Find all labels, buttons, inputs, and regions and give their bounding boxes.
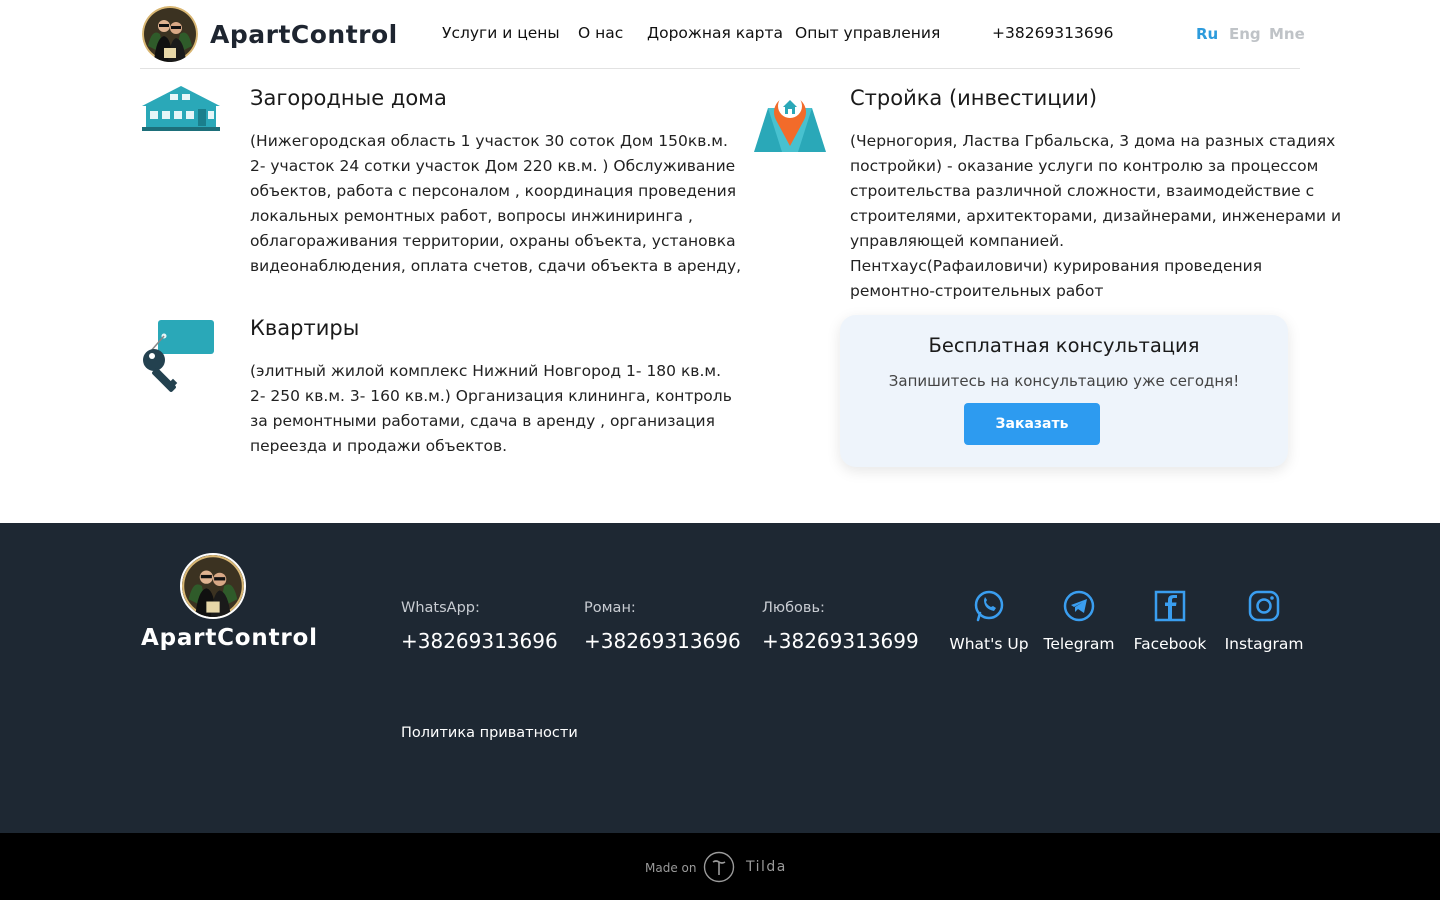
made-on-tilda-bar[interactable]: Made on Tilda	[0, 833, 1440, 900]
contact-number-whatsapp[interactable]: +38269313696	[401, 629, 558, 653]
contact-label-lyubov: Любовь:	[762, 600, 825, 616]
lang-eng[interactable]: Eng	[1229, 25, 1261, 43]
contact-number-lyubov[interactable]: +38269313699	[762, 629, 919, 653]
social-facebook-label: Facebook	[1133, 635, 1207, 653]
logo-link[interactable]: ApartControl	[142, 6, 398, 62]
social-whatsapp-label: What's Up	[949, 635, 1029, 653]
nav-experience[interactable]: Опыт управления	[795, 24, 940, 42]
footer-brand-name: ApartControl	[141, 625, 318, 651]
lang-mne[interactable]: Mne	[1269, 25, 1305, 43]
lang-ru[interactable]: Ru	[1196, 25, 1218, 43]
privacy-policy-link[interactable]: Политика приватности	[401, 725, 578, 741]
section-text-construction: (Черногория, Ластва Грбальска, 3 дома на…	[850, 132, 1342, 300]
nav-roadmap[interactable]: Дорожная карта	[647, 24, 783, 42]
house-icon	[140, 84, 222, 132]
social-whatsapp-link[interactable]: What's Up	[949, 589, 1029, 653]
key-tag-icon	[140, 318, 216, 396]
social-telegram-label: Telegram	[1043, 635, 1115, 653]
consult-title: Бесплатная консультация	[928, 334, 1200, 357]
instagram-icon	[1247, 589, 1281, 627]
section-title-apartments: Квартиры	[250, 316, 360, 340]
facebook-icon	[1153, 589, 1187, 627]
social-instagram-label: Instagram	[1224, 635, 1304, 653]
tilda-name: Tilda	[746, 859, 787, 875]
consult-subtitle: Запишитесь на консультацию уже сегодня!	[888, 372, 1240, 390]
nav-services[interactable]: Услуги и цены	[442, 24, 560, 42]
section-text-apartments: (элитный жилой комплекс Нижний Новгород …	[250, 362, 732, 455]
contact-label-whatsapp: WhatsApp:	[401, 600, 480, 616]
map-pin-icon	[752, 82, 828, 154]
social-facebook-link[interactable]: Facebook	[1133, 589, 1207, 653]
contact-number-roman[interactable]: +38269313696	[584, 629, 741, 653]
contact-label-roman: Роман:	[584, 600, 636, 616]
nav-about[interactable]: О нас	[578, 24, 623, 42]
section-title-houses: Загородные дома	[250, 86, 447, 110]
brand-name: ApartControl	[210, 19, 398, 49]
section-text-houses: (Нижегородская область 1 участок 30 сото…	[250, 132, 742, 275]
telegram-icon	[1062, 589, 1096, 627]
social-telegram-link[interactable]: Telegram	[1043, 589, 1115, 653]
footer-logo-avatar-icon	[180, 553, 246, 619]
tilda-logo-icon	[703, 851, 735, 883]
header-phone[interactable]: +38269313696	[992, 24, 1113, 42]
site-header: ApartControl Услуги и цены О нас Дорожна…	[0, 0, 1440, 70]
order-button[interactable]: Заказать	[964, 403, 1100, 445]
consult-card: Бесплатная консультация Запишитесь на ко…	[840, 315, 1288, 467]
site-footer: ApartControl WhatsApp: +38269313696 Рома…	[0, 523, 1440, 833]
whatsapp-icon	[972, 589, 1006, 627]
header-divider	[140, 68, 1300, 69]
made-on-label: Made on	[645, 861, 697, 875]
section-title-construction: Стройка (инвестиции)	[850, 86, 1098, 110]
logo-avatar-icon	[142, 6, 198, 62]
social-instagram-link[interactable]: Instagram	[1224, 589, 1304, 653]
